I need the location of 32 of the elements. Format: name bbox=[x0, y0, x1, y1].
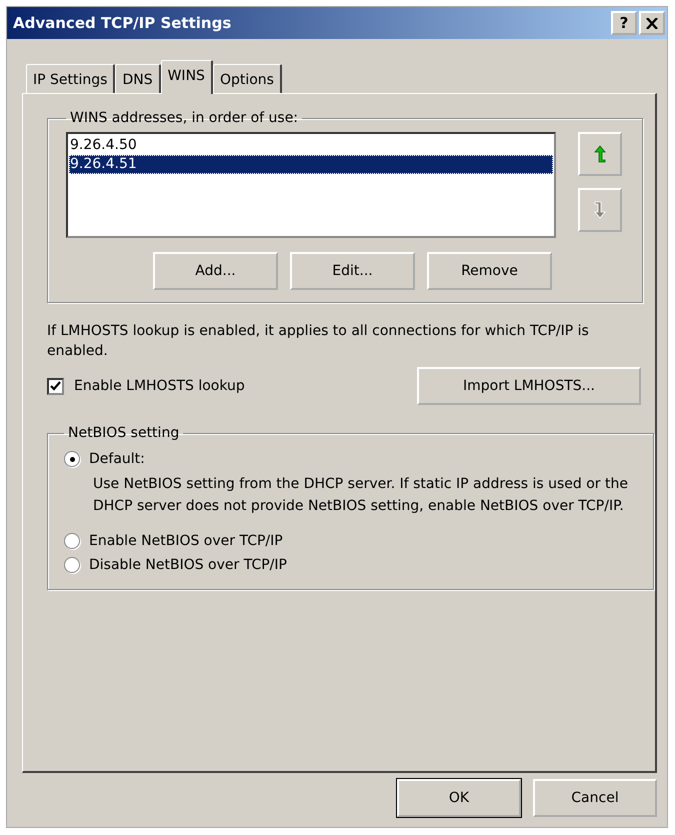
radio-label: Default: bbox=[89, 451, 145, 467]
checkbox-label: Enable LMHOSTS lookup bbox=[74, 378, 245, 394]
radio-button[interactable] bbox=[64, 533, 80, 549]
tab[interactable]: IP Settings bbox=[26, 64, 116, 93]
address-list[interactable]: 9.26.4.50 9.26.4.51 bbox=[66, 132, 556, 238]
help-button[interactable]: ? bbox=[611, 11, 637, 35]
option-description: Use NetBIOS setting from the DHCP server. If static IP address is used or the DHCP server does not provide NetBIOS setting, enable NetBIOS over TCP/IP. bbox=[93, 475, 629, 516]
list-item[interactable]: 9.26.4.51 bbox=[69, 155, 553, 174]
tab[interactable]: Options bbox=[212, 64, 282, 93]
tab[interactable]: DNS bbox=[115, 64, 161, 93]
radio-button[interactable] bbox=[64, 451, 80, 467]
close-button[interactable] bbox=[639, 11, 665, 35]
dialog-button[interactable]: OK bbox=[397, 779, 521, 817]
down-arrow-icon bbox=[594, 201, 606, 219]
move-up-button[interactable] bbox=[578, 132, 622, 176]
radio-label: Enable NetBIOS over TCP/IP bbox=[89, 533, 283, 549]
import-button[interactable]: Import LMHOSTS... bbox=[417, 367, 641, 405]
tab[interactable]: WINS bbox=[160, 60, 213, 94]
group-label: NetBIOS setting bbox=[67, 425, 180, 441]
radio-button[interactable] bbox=[64, 557, 80, 573]
close-icon bbox=[646, 18, 658, 28]
list-item[interactable]: 9.26.4.50 bbox=[69, 136, 553, 155]
lmhosts-note: If LMHOSTS lookup is enabled, it applies to all connections for which TCP/IP is enabled. bbox=[47, 322, 590, 361]
window-title: Advanced TCP/IP Settings bbox=[13, 14, 232, 32]
radio-label: Disable NetBIOS over TCP/IP bbox=[89, 557, 287, 573]
up-arrow-icon bbox=[594, 145, 606, 163]
dialog-button[interactable]: Remove bbox=[427, 252, 552, 290]
dialog-button[interactable]: Edit... bbox=[290, 252, 415, 290]
group-label: WINS addresses, in order of use: bbox=[69, 110, 300, 126]
dialog-button[interactable]: Add... bbox=[153, 252, 278, 290]
checkbox[interactable] bbox=[47, 378, 64, 394]
dialog-button[interactable]: Cancel bbox=[533, 779, 657, 817]
